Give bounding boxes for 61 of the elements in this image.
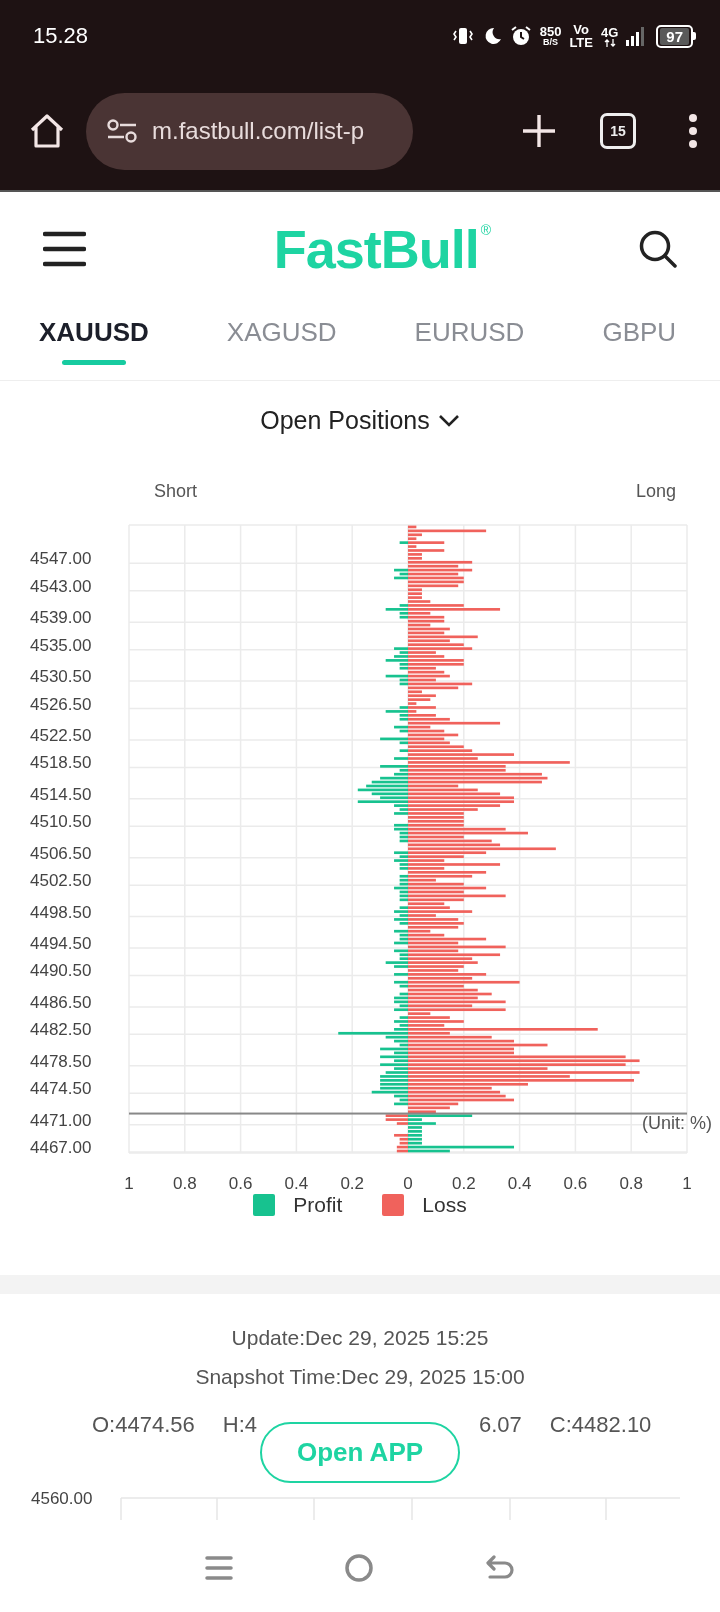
price-label: 4494.50 [30, 934, 92, 953]
network-speed: 850 [539, 25, 562, 38]
clock-time: 15.28 [33, 23, 90, 49]
update-time: Update:Dec 29, 2025 15:25 [230, 1325, 490, 1351]
tab-count-button[interactable]: 15 [600, 113, 636, 149]
volte-label: LTE [569, 36, 593, 49]
symbol-tab[interactable]: XAUUSD [39, 305, 149, 380]
axis-tick-label: 0.2 [452, 1174, 476, 1190]
price-label: 4543.00 [30, 576, 92, 596]
axis-tick-label: 1 [682, 1174, 692, 1190]
price-label: 4478.50 [30, 1051, 92, 1071]
price-label: 4486.50 [30, 992, 92, 1012]
price-label: 4539.00 [30, 608, 92, 628]
legend-label: Profit [293, 1193, 343, 1217]
price-label: 4522.50 [30, 726, 92, 745]
network-type: 4G [600, 25, 619, 39]
price-label: 4535.00 [30, 635, 92, 655]
axis-tick-label: 0 [403, 1174, 413, 1190]
price-value: O:4474.56 [92, 1412, 195, 1438]
price-label: 4510.50 [30, 812, 92, 832]
price-label: 4471.00 [30, 1110, 92, 1130]
url-text: m.fastbull.com/list-p [152, 117, 365, 145]
price-label: 4518.50 [30, 753, 92, 773]
price-label: 4560.00 [31, 1489, 93, 1508]
axis-tick-label: 0.6 [563, 1174, 588, 1190]
legend-label: Loss [422, 1193, 467, 1217]
site-logo[interactable]: FastBull$^{®}$ [273, 217, 491, 280]
price-label: 4498.50 [30, 902, 92, 922]
battery-indicator: 97 [656, 24, 696, 48]
unit-label: (Unit: %) [642, 1113, 712, 1133]
price-label: 4526.50 [30, 694, 92, 714]
price-label: 4530.50 [30, 667, 92, 687]
price-value: 6.07 [479, 1412, 522, 1438]
symbol-tab[interactable]: EURUSD [414, 305, 525, 380]
long-label: Long [635, 481, 676, 502]
price-label: 4474.50 [30, 1079, 92, 1099]
volte-label: Vo [573, 23, 589, 36]
price-label: 4514.50 [30, 784, 92, 804]
open-app-button[interactable]: Open APP [260, 1422, 460, 1483]
symbol-tab[interactable]: XAGUSD [226, 305, 337, 380]
open-positions-dropdown[interactable]: Open Positions [260, 406, 460, 435]
price-label: 4502.50 [30, 871, 92, 891]
speed-unit: B/S [543, 38, 559, 47]
price-label: 4467.00 [30, 1138, 92, 1158]
snapshot-time: Snapshot Time:Dec 29, 2025 15:00 [194, 1364, 526, 1390]
price-label: 4482.50 [30, 1020, 92, 1040]
axis-tick-label: 0.8 [173, 1174, 197, 1190]
axis-tick-label: 0.2 [340, 1174, 364, 1190]
price-label: 4547.00 [30, 549, 92, 569]
price-value: C:4482.10 [549, 1412, 652, 1438]
axis-tick-label: 1 [124, 1174, 134, 1190]
axis-tick-label: 0.8 [619, 1174, 643, 1190]
price-label: 4506.50 [30, 843, 92, 863]
price-label: 4490.50 [30, 961, 92, 981]
short-label: Short [154, 481, 198, 502]
axis-tick-label: 0.4 [284, 1174, 309, 1190]
symbol-tab[interactable]: GBPU [602, 305, 677, 380]
axis-tick-label: 0.6 [228, 1174, 253, 1190]
address-bar[interactable]: m.fastbull.com/list-p [86, 92, 413, 170]
price-value: H:4 [222, 1412, 257, 1438]
axis-tick-label: 0.4 [507, 1174, 532, 1190]
